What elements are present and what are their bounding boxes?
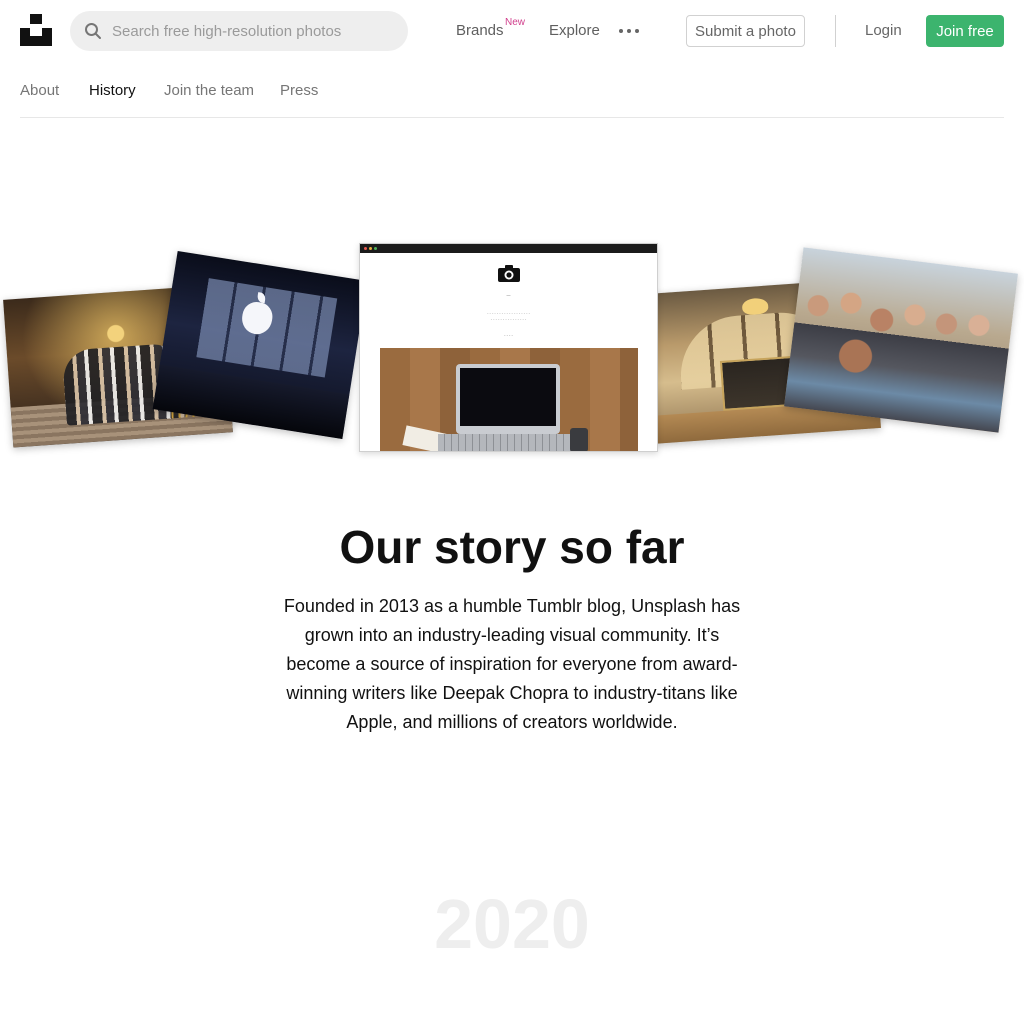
submit-photo-button[interactable]: Submit a photo [686, 15, 805, 47]
subnav-history[interactable]: History [89, 82, 136, 99]
collage-photo-apple-store [152, 250, 368, 440]
story-description: Founded in 2013 as a humble Tumblr blog,… [283, 596, 741, 732]
timeline-year: 2020 [434, 885, 590, 963]
nav-explore[interactable]: Explore [549, 22, 600, 39]
browser-bar [360, 244, 657, 253]
logo-notch [30, 28, 42, 36]
header-divider [835, 15, 836, 47]
search-input[interactable] [112, 11, 392, 51]
logo-top-square [30, 14, 42, 24]
more-options-icon[interactable] [618, 22, 640, 40]
story-title: Our story so far [339, 521, 685, 573]
subnav-divider [20, 117, 1004, 118]
join-free-button[interactable]: Join free [926, 15, 1004, 47]
subnav-press[interactable]: Press [280, 82, 318, 99]
top-header: Brands New Explore Submit a photo Login … [0, 0, 1024, 62]
login-link[interactable]: Login [865, 22, 902, 39]
unsplash-logo[interactable] [20, 14, 52, 46]
new-badge: New [505, 17, 526, 28]
nav-brands[interactable]: Brands [456, 22, 504, 39]
subnav-about[interactable]: About [20, 82, 59, 99]
subnav-join-the-team[interactable]: Join the team [164, 82, 254, 99]
camera-icon [498, 265, 520, 282]
collage-website-screenshot: — - - - - - - - - - - - - - - - - - - - … [359, 243, 658, 452]
search-icon [85, 23, 101, 39]
search-bar[interactable] [70, 11, 408, 51]
collage-photo-team-selfie [784, 247, 1018, 433]
